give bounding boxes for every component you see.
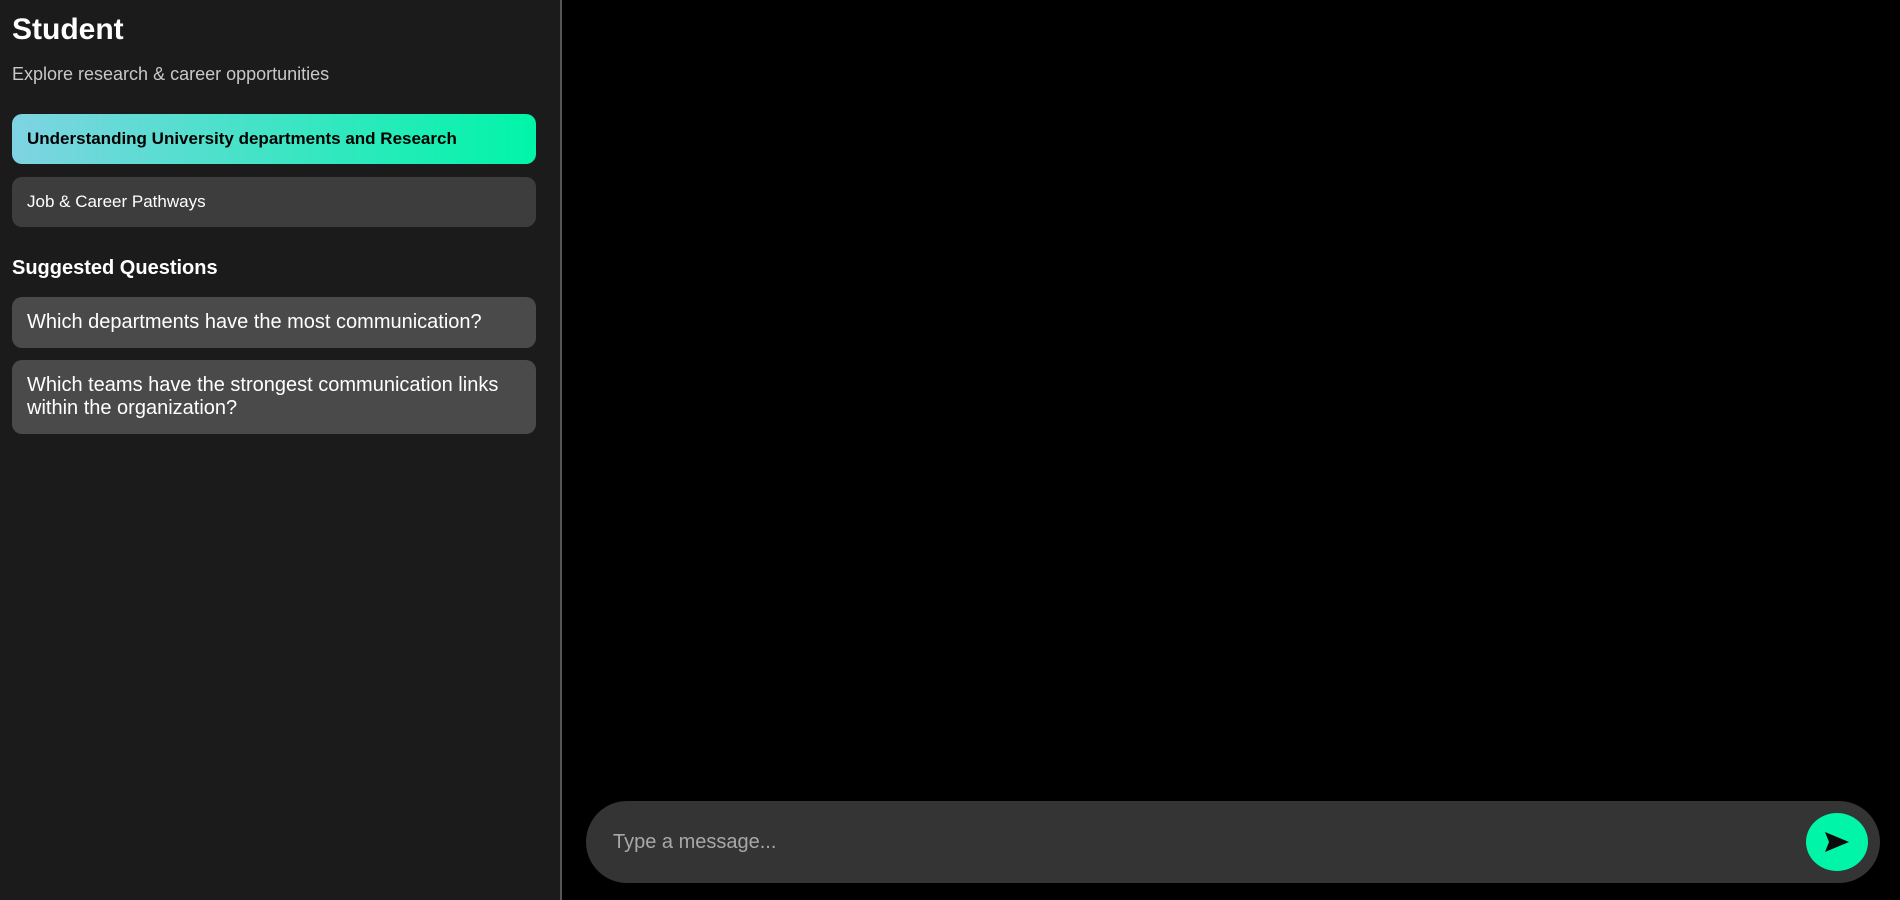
suggested-question[interactable]: Which departments have the most communic… bbox=[12, 297, 536, 348]
sidebar-subtitle: Explore research & career opportunities bbox=[12, 64, 330, 84]
sidebar-title: Student bbox=[12, 13, 124, 46]
message-input[interactable] bbox=[611, 817, 1806, 867]
mode-button-job-career[interactable]: Job & Career Pathways bbox=[12, 177, 536, 227]
mode-button-university-research[interactable]: Understanding University departments and… bbox=[12, 114, 536, 164]
suggested-question[interactable]: Which teams have the strongest communica… bbox=[12, 360, 536, 434]
mode-button-label: Job & Career Pathways bbox=[27, 192, 206, 211]
mode-list: Understanding University departments and… bbox=[12, 114, 536, 227]
mode-button-label: Understanding University departments and… bbox=[27, 129, 457, 148]
suggested-questions-heading: Suggested Questions bbox=[12, 257, 218, 279]
message-composer bbox=[586, 801, 1880, 883]
send-button[interactable] bbox=[1806, 813, 1868, 871]
sidebar: Student Explore research & career opport… bbox=[0, 0, 562, 900]
suggested-questions-list: Which departments have the most communic… bbox=[12, 297, 536, 434]
app-root: Student Explore research & career opport… bbox=[0, 0, 1900, 900]
chat-area bbox=[562, 0, 1900, 900]
send-arrow-icon bbox=[1824, 831, 1850, 853]
